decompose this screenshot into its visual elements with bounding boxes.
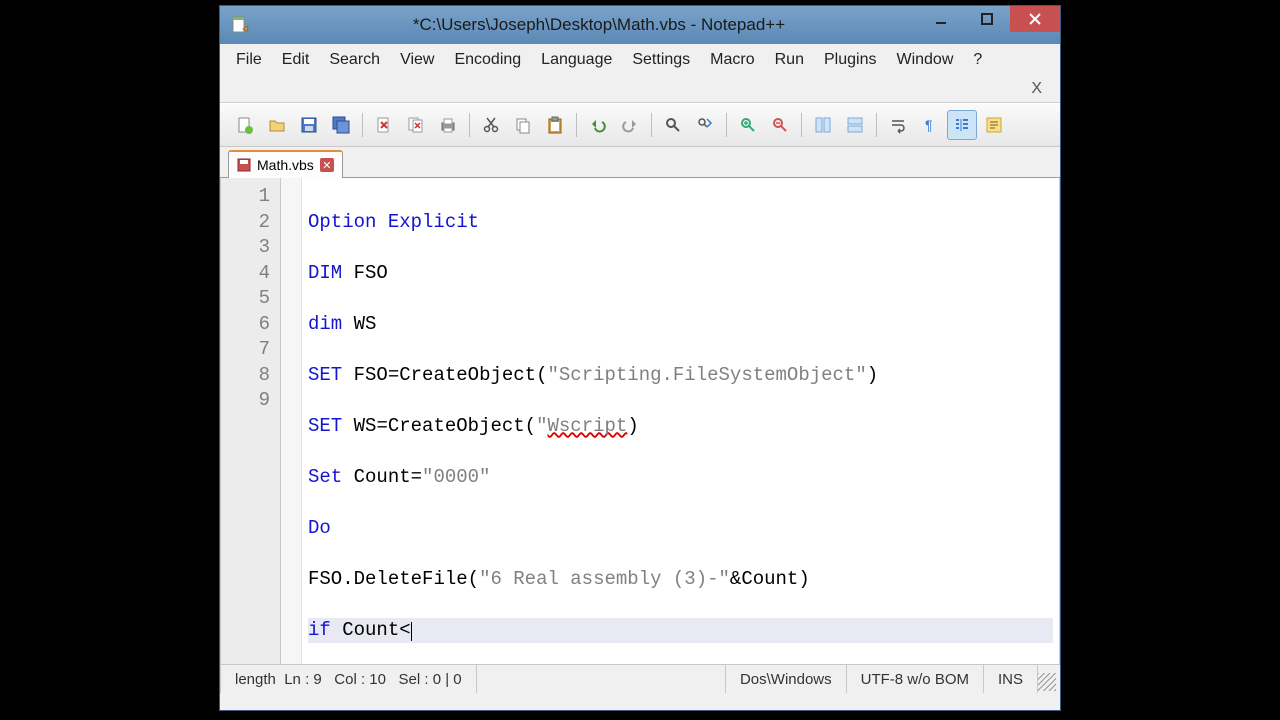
secondary-close-row: X <box>220 76 1060 103</box>
menu-edit[interactable]: Edit <box>272 47 320 73</box>
app-icon <box>230 15 250 35</box>
menu-macro[interactable]: Macro <box>700 47 764 73</box>
line-number-gutter: 1 2 3 4 5 6 7 8 9 <box>221 178 281 664</box>
secondary-close-button[interactable]: X <box>1027 80 1046 98</box>
open-file-button[interactable] <box>262 110 292 140</box>
save-button[interactable] <box>294 110 324 140</box>
code-area[interactable]: Option Explicit DIM FSO dim WS SET FSO=C… <box>302 178 1059 664</box>
file-modified-icon <box>237 158 251 172</box>
sync-v-button[interactable] <box>808 110 838 140</box>
line-number: 7 <box>221 337 270 363</box>
menu-search[interactable]: Search <box>319 47 390 73</box>
zoom-out-button[interactable] <box>765 110 795 140</box>
tab-bar: Math.vbs ✕ <box>220 147 1060 178</box>
tab-close-button[interactable]: ✕ <box>320 158 334 172</box>
menu-run[interactable]: Run <box>765 47 814 73</box>
undo-button[interactable] <box>583 110 613 140</box>
fold-margin <box>281 178 302 664</box>
text-cursor <box>411 622 412 641</box>
line-number: 3 <box>221 235 270 261</box>
menubar: File Edit Search View Encoding Language … <box>220 44 1060 76</box>
zoom-in-button[interactable] <box>733 110 763 140</box>
menu-settings[interactable]: Settings <box>622 47 700 73</box>
titlebar[interactable]: *C:\Users\Joseph\Desktop\Math.vbs - Note… <box>220 6 1060 44</box>
toolbar-separator <box>726 113 727 137</box>
menu-language[interactable]: Language <box>531 47 622 73</box>
line-number: 5 <box>221 286 270 312</box>
toolbar-separator <box>362 113 363 137</box>
menu-help[interactable]: ? <box>963 47 992 73</box>
line-number: 2 <box>221 210 270 236</box>
replace-button[interactable] <box>690 110 720 140</box>
show-symbols-button[interactable]: ¶ <box>915 110 945 140</box>
toolbar-separator <box>469 113 470 137</box>
menu-file[interactable]: File <box>226 47 272 73</box>
toolbar-separator <box>576 113 577 137</box>
new-file-button[interactable] <box>230 110 260 140</box>
sync-h-button[interactable] <box>840 110 870 140</box>
print-button[interactable] <box>433 110 463 140</box>
line-number: 6 <box>221 312 270 338</box>
line-number: 9 <box>221 388 270 414</box>
line-number: 8 <box>221 363 270 389</box>
user-lang-button[interactable] <box>979 110 1009 140</box>
indent-guide-button[interactable] <box>947 110 977 140</box>
close-all-button[interactable] <box>401 110 431 140</box>
app-window: *C:\Users\Joseph\Desktop\Math.vbs - Note… <box>219 5 1061 711</box>
menu-encoding[interactable]: Encoding <box>444 47 531 73</box>
toolbar-separator <box>876 113 877 137</box>
svg-text:¶: ¶ <box>925 117 933 133</box>
find-button[interactable] <box>658 110 688 140</box>
line-number: 1 <box>221 184 270 210</box>
paste-button[interactable] <box>540 110 570 140</box>
tab-label: Math.vbs <box>257 157 314 173</box>
cut-button[interactable] <box>476 110 506 140</box>
redo-button[interactable] <box>615 110 645 140</box>
toolbar: ¶ <box>220 103 1060 147</box>
close-file-button[interactable] <box>369 110 399 140</box>
tab-math-vbs[interactable]: Math.vbs ✕ <box>228 150 343 178</box>
save-all-button[interactable] <box>326 110 356 140</box>
editor[interactable]: 1 2 3 4 5 6 7 8 9 Option Explicit DIM FS… <box>220 178 1060 664</box>
menu-view[interactable]: View <box>390 47 444 73</box>
window-controls <box>918 6 1060 36</box>
toolbar-separator <box>801 113 802 137</box>
toolbar-separator <box>651 113 652 137</box>
line-number: 4 <box>221 261 270 287</box>
copy-button[interactable] <box>508 110 538 140</box>
menu-plugins[interactable]: Plugins <box>814 47 886 73</box>
wordwrap-button[interactable] <box>883 110 913 140</box>
maximize-button[interactable] <box>964 6 1010 32</box>
close-button[interactable] <box>1010 6 1060 32</box>
minimize-button[interactable] <box>918 6 964 32</box>
menu-window[interactable]: Window <box>886 47 963 73</box>
